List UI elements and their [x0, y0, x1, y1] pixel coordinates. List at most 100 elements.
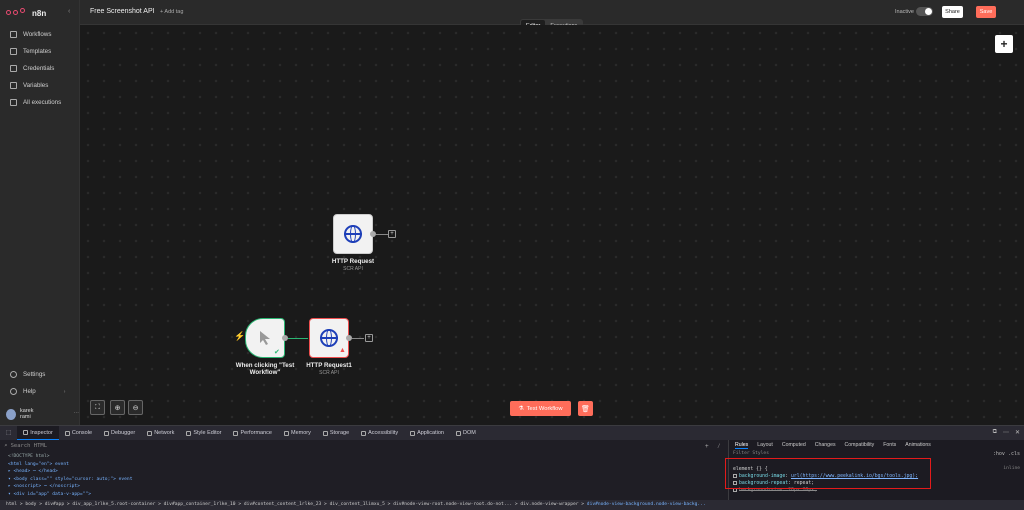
bolt-icon: ⚡ [234, 331, 246, 341]
node-label: HTTP Request1 [306, 362, 352, 369]
dock-icon[interactable]: ⧉ [993, 429, 997, 436]
save-button[interactable]: Save [976, 6, 996, 18]
tab-fonts[interactable]: Fonts [883, 442, 896, 449]
tab-memory[interactable]: Memory [278, 426, 317, 440]
search-html-input[interactable]: ⌕ Search HTML [4, 443, 47, 449]
workflow-canvas[interactable]: + + HTTP Request SCR API ⚡ ✔ When clicki… [80, 25, 1024, 425]
sidebar-item-label: Help [23, 388, 36, 395]
tree-line[interactable]: ▸ <head> ⋯ </head> [8, 468, 132, 476]
more-icon[interactable]: ⋯ [74, 411, 80, 417]
logo[interactable]: n8n [6, 6, 46, 20]
tab-compatibility[interactable]: Compatibility [845, 442, 875, 449]
tab-changes[interactable]: Changes [815, 442, 836, 449]
collapse-sidebar-icon[interactable]: ‹ [68, 8, 70, 15]
tab-rules[interactable]: Rules [735, 442, 749, 449]
chevron-right-icon: › [63, 388, 66, 395]
tab-style-editor[interactable]: Style Editor [180, 426, 227, 440]
inline-source-label: inline [1003, 466, 1020, 471]
connector-line [376, 234, 388, 235]
tab-computed[interactable]: Computed [782, 442, 806, 449]
filter-styles-input[interactable]: Filter Styles [733, 451, 769, 456]
user-name: karek rami [20, 408, 34, 420]
tab-network[interactable]: Network [141, 426, 180, 440]
console-icon [64, 430, 70, 436]
node-subtitle: SCR API [319, 370, 339, 376]
warning-icon: ▲ [339, 347, 346, 354]
application-icon [410, 430, 416, 436]
breadcrumb-path: html > body > div#app > div_app_1rlke_5.… [6, 502, 587, 507]
node-subtitle: SCR API [343, 266, 363, 272]
tab-inspector[interactable]: Inspector [17, 426, 59, 440]
style-editor-icon [186, 430, 192, 436]
tab-debugger[interactable]: Debugger [98, 426, 141, 440]
sidebar-item-label: Workflows [23, 31, 52, 38]
memory-icon [283, 430, 289, 436]
performance-icon [233, 430, 239, 436]
logo-text: n8n [32, 8, 47, 18]
tab-animations[interactable]: Animations [905, 442, 931, 449]
user-menu[interactable]: karek rami ⋯ [6, 408, 79, 420]
debugger-icon [104, 430, 110, 436]
connector-line [288, 338, 308, 339]
tab-storage[interactable]: Storage [317, 426, 355, 440]
add-node-button[interactable]: + [995, 35, 1013, 53]
share-button[interactable]: Share [942, 6, 963, 18]
connector-line [352, 338, 364, 339]
list-icon [10, 99, 17, 106]
active-toggle[interactable] [916, 7, 933, 16]
sidebar-item-settings[interactable]: Settings [0, 366, 80, 383]
gear-icon [10, 371, 17, 378]
inspector-icon [23, 430, 29, 435]
globe-icon [344, 225, 362, 243]
tab-layout[interactable]: Layout [757, 442, 773, 449]
node-http-request[interactable] [333, 214, 373, 254]
sidebar-item-label: Variables [23, 82, 49, 89]
trash-icon: 🗑 [581, 405, 590, 413]
devtools-toolbar-right: ⧉ ⋯ ✕ [993, 429, 1020, 436]
delete-button[interactable]: 🗑 [578, 401, 593, 416]
tree-line[interactable]: <html lang="en"> event [8, 461, 132, 469]
header: Free Screenshot API + Add tag Inactive S… [80, 0, 1024, 33]
more-icon[interactable]: ⋯ [1003, 429, 1009, 436]
zoom-out-button[interactable]: ⊖ [128, 400, 143, 415]
test-workflow-button[interactable]: ⚗ Test Workflow [510, 401, 571, 416]
sidebar-item-label: All executions [23, 99, 62, 106]
add-tag-link[interactable]: + Add tag [160, 9, 183, 15]
close-icon[interactable]: ✕ [1015, 429, 1020, 436]
tab-label: DOM [463, 430, 476, 436]
accessibility-icon [361, 430, 367, 436]
tab-label: Inspector [30, 429, 53, 436]
workflow-title[interactable]: Free Screenshot API [90, 8, 155, 15]
avatar [6, 408, 17, 420]
add-node-icon[interactable]: + [705, 443, 709, 450]
sidebar-item-credentials[interactable]: Credentials [0, 60, 80, 77]
add-next-node-button[interactable]: + [388, 230, 396, 238]
zoom-to-fit-button[interactable]: ⛶ [90, 400, 105, 415]
sidebar-item-help[interactable]: Help › [0, 383, 80, 400]
variables-icon [10, 82, 17, 89]
sidebar-item-templates[interactable]: Templates [0, 43, 80, 60]
zoom-in-button[interactable]: ⊕ [110, 400, 125, 415]
flask-icon: ⚗ [518, 405, 524, 412]
eyedropper-icon[interactable]: ⁄ [717, 443, 721, 450]
tree-line[interactable]: ▾ <body class="" style="cursor: auto;"> … [8, 476, 132, 484]
tab-console[interactable]: Console [59, 426, 98, 440]
sidebar-item-variables[interactable]: Variables [0, 77, 80, 94]
add-next-node-button[interactable]: + [365, 334, 373, 342]
tab-dom[interactable]: DOM [450, 426, 482, 440]
hov-cls-toggles[interactable]: :hov .cls [993, 451, 1020, 457]
tab-application[interactable]: Application [404, 426, 450, 440]
red-annotation-box [725, 458, 931, 489]
tree-line[interactable]: ▾ <div id="app" data-v-app=""> [8, 491, 132, 499]
pick-element-icon[interactable]: ⬚ [0, 426, 17, 440]
tab-accessibility[interactable]: Accessibility [355, 426, 404, 440]
sidebar-item-workflows[interactable]: Workflows [0, 26, 80, 43]
sidebar: n8n ‹ Workflows Templates Credentials Va… [0, 0, 80, 425]
dom-icon [456, 430, 461, 436]
sidebar-item-all-executions[interactable]: All executions [0, 94, 80, 111]
sidebar-item-label: Credentials [23, 65, 55, 72]
tab-label: Accessibility [368, 430, 399, 436]
tree-line[interactable]: <!DOCTYPE html> [8, 453, 132, 461]
tab-performance[interactable]: Performance [227, 426, 278, 440]
tree-line[interactable]: ▸ <noscript> ⋯ </noscript> [8, 483, 132, 491]
